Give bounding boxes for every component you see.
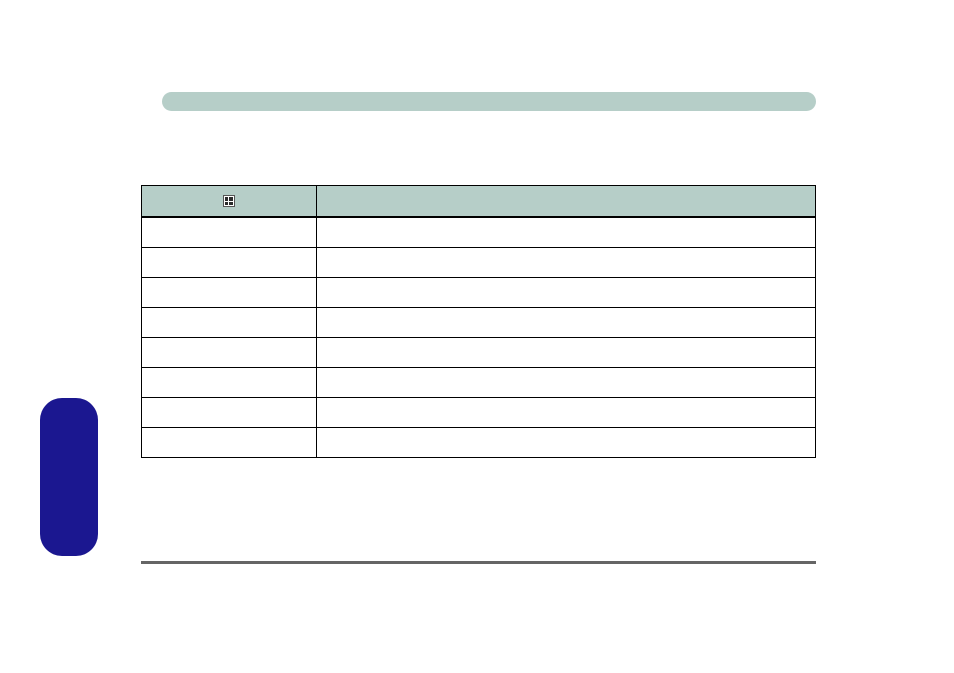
cell-key (142, 368, 317, 398)
cell-key (142, 308, 317, 338)
cell-desc (317, 248, 816, 278)
cell-key (142, 428, 317, 458)
windows-logo-icon (223, 195, 235, 207)
shortcut-table (141, 185, 816, 458)
page (0, 0, 954, 673)
table-row (142, 218, 816, 248)
table-row (142, 398, 816, 428)
table-row (142, 428, 816, 458)
section-banner (162, 92, 816, 111)
cell-desc (317, 338, 816, 368)
footer-divider (141, 561, 816, 564)
cell-key (142, 398, 317, 428)
table-row (142, 248, 816, 278)
cell-desc (317, 308, 816, 338)
cell-key (142, 218, 317, 248)
table-row (142, 338, 816, 368)
cell-key (142, 278, 317, 308)
cell-key (142, 338, 317, 368)
table-header-row (142, 186, 816, 218)
side-tab (40, 398, 98, 556)
table-row (142, 308, 816, 338)
table-header-key (142, 186, 317, 216)
table-row (142, 368, 816, 398)
cell-desc (317, 398, 816, 428)
cell-desc (317, 218, 816, 248)
table-row (142, 278, 816, 308)
cell-desc (317, 428, 816, 458)
cell-desc (317, 368, 816, 398)
cell-desc (317, 278, 816, 308)
table-header-desc (317, 186, 816, 216)
cell-key (142, 248, 317, 278)
